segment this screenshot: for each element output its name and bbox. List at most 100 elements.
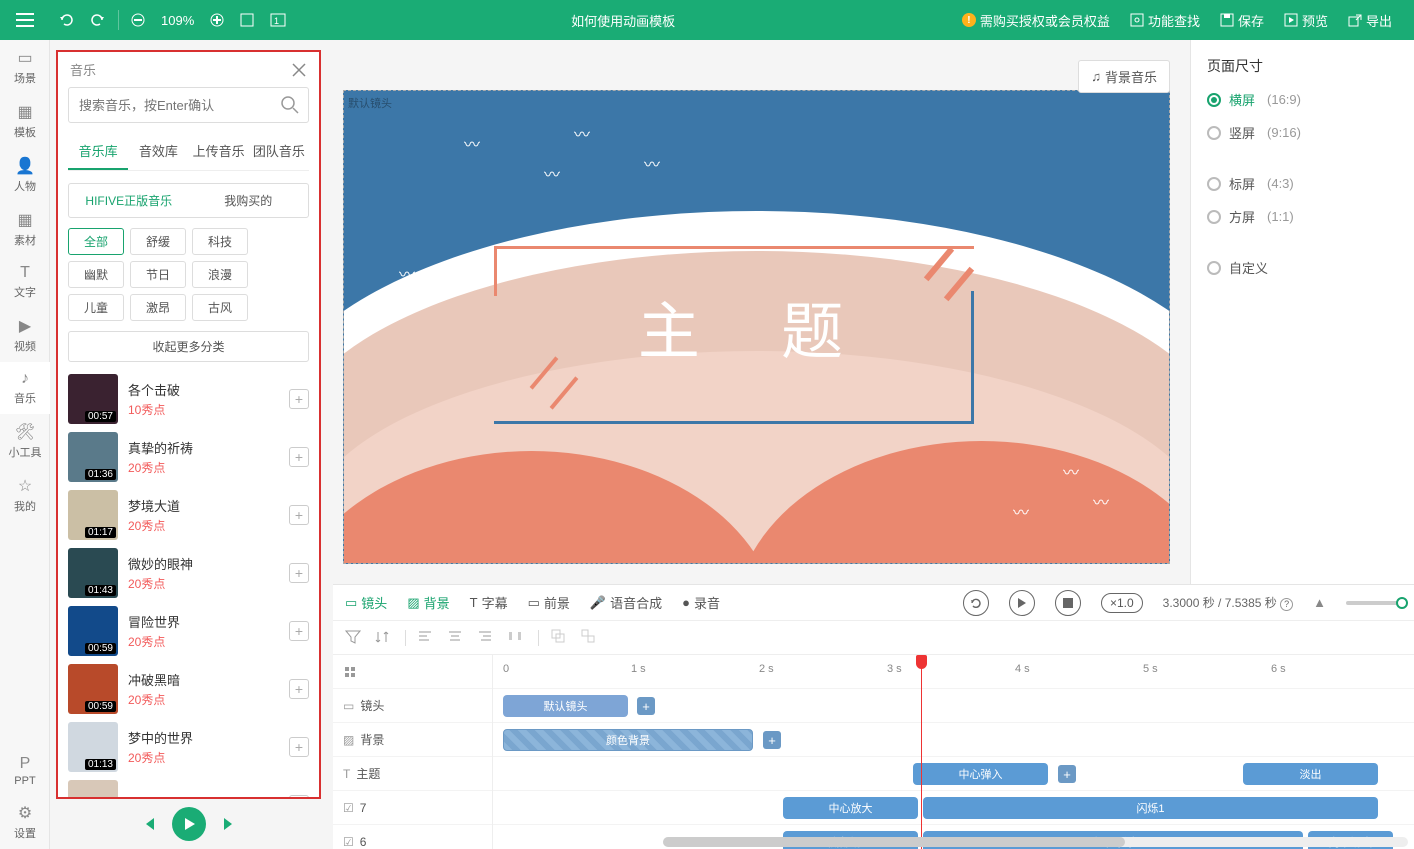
nav-PPT[interactable]: PPPT (0, 747, 50, 795)
nav-设置[interactable]: ⚙设置 (0, 795, 50, 849)
timeline-zoom-slider[interactable] (1346, 601, 1402, 605)
add-music-button[interactable]: + (289, 737, 309, 757)
add-music-button[interactable]: + (289, 505, 309, 525)
feature-search-button[interactable]: 功能查找 (1120, 0, 1210, 40)
nav-我的[interactable]: ☆我的 (0, 468, 50, 522)
tl-tab-录音[interactable]: ●录音 (682, 593, 720, 612)
background-music-button[interactable]: ♫ 背景音乐 (1078, 60, 1170, 93)
zoom-timeline-icon[interactable]: ▲ (1313, 595, 1326, 610)
sort-icon[interactable] (375, 629, 393, 647)
search-icon[interactable] (272, 95, 308, 115)
music-cat-全部[interactable]: 全部 (68, 228, 124, 255)
group-icon[interactable] (551, 629, 569, 647)
music-cat-古风[interactable]: 古风 (192, 294, 248, 321)
zoom-in-button[interactable] (202, 0, 232, 40)
tl-tab-前景[interactable]: ▭前景 (528, 593, 570, 612)
music-cat-幽默[interactable]: 幽默 (68, 261, 124, 288)
music-cat-浪漫[interactable]: 浪漫 (192, 261, 248, 288)
add-lens-clip[interactable]: + (637, 697, 655, 715)
timeline-loop-button[interactable] (963, 590, 989, 616)
filter-icon[interactable] (345, 629, 363, 647)
next-track-button[interactable] (220, 815, 238, 833)
music-tab-0[interactable]: 音乐库 (68, 133, 128, 170)
export-button[interactable]: 导出 (1338, 0, 1402, 40)
distribute-h-icon[interactable] (508, 629, 526, 647)
undo-button[interactable] (50, 0, 82, 40)
tl-tab-背景[interactable]: ▨背景 (407, 593, 449, 612)
clip-7a[interactable]: 中心放大 (783, 797, 918, 819)
nav-音乐[interactable]: ♪音乐 (0, 362, 50, 414)
ungroup-icon[interactable] (581, 629, 599, 647)
add-music-button[interactable]: + (289, 389, 309, 409)
clip-bg[interactable]: 颜色背景 (503, 729, 753, 751)
aspect-方屏[interactable]: 方屏(1:1) (1207, 207, 1398, 226)
tl-tab-镜头[interactable]: ▭镜头 (345, 593, 387, 612)
nav-文字[interactable]: T文字 (0, 256, 50, 308)
hamburger-menu[interactable] (0, 0, 50, 40)
tl-tab-字幕[interactable]: T字幕 (470, 593, 508, 612)
music-subtab-1[interactable]: 我购买的 (189, 184, 309, 217)
music-item[interactable]: 01:43微妙的眼神20秀点+ (68, 544, 315, 602)
align-left-icon[interactable] (418, 629, 436, 647)
add-music-button[interactable]: + (289, 447, 309, 467)
add-music-button[interactable]: + (289, 795, 309, 797)
music-item[interactable]: 00:57各个击破10秀点+ (68, 370, 315, 428)
music-item[interactable]: 01:36真挚的祈祷20秀点+ (68, 428, 315, 486)
timeline-play-button[interactable] (1009, 590, 1035, 616)
timeline-h-scrollbar[interactable] (663, 837, 1408, 847)
music-item[interactable]: 01:17梦境大道20秀点+ (68, 486, 315, 544)
aspect-自定义[interactable]: 自定义 (1207, 258, 1398, 277)
music-item[interactable]: 扫射目标+ (68, 776, 315, 797)
music-cat-节日[interactable]: 节日 (130, 261, 186, 288)
music-cat-激昂[interactable]: 激昂 (130, 294, 186, 321)
add-theme-clip[interactable]: + (1058, 765, 1076, 783)
music-item[interactable]: 00:59冒险世界20秀点+ (68, 602, 315, 660)
music-cat-儿童[interactable]: 儿童 (68, 294, 124, 321)
track-背景[interactable]: ▨背景 (333, 723, 492, 757)
close-icon[interactable] (291, 62, 307, 78)
playhead-grip[interactable] (916, 655, 927, 669)
add-music-button[interactable]: + (289, 621, 309, 641)
track-6[interactable]: ☑6 (333, 825, 492, 849)
tl-tab-语音合成[interactable]: 🎤语音合成 (590, 593, 662, 612)
track-7[interactable]: ☑7 (333, 791, 492, 825)
music-cat-舒缓[interactable]: 舒缓 (130, 228, 186, 255)
help-icon[interactable]: ? (1280, 598, 1293, 611)
track-镜头[interactable]: ▭镜头 (333, 689, 492, 723)
aspect-竖屏[interactable]: 竖屏(9:16) (1207, 123, 1398, 142)
playhead[interactable] (921, 655, 922, 849)
canvas-stage[interactable]: 默认镜头 主 题 〰 〰 〰 〰 〰 〰 〰 〰 (343, 90, 1170, 564)
clip-7b[interactable]: 闪烁1 (923, 797, 1378, 819)
add-music-button[interactable]: + (289, 563, 309, 583)
playback-speed[interactable]: ×1.0 (1101, 593, 1143, 613)
clip-theme-in[interactable]: 中心弹入 (913, 763, 1048, 785)
zoom-out-button[interactable] (123, 0, 153, 40)
music-cat-科技[interactable]: 科技 (192, 228, 248, 255)
license-warning[interactable]: !需购买授权或会员权益 (952, 0, 1120, 40)
preview-button[interactable]: 预览 (1274, 0, 1338, 40)
align-right-icon[interactable] (478, 629, 496, 647)
music-tab-3[interactable]: 团队音乐 (249, 133, 309, 170)
add-music-button[interactable]: + (289, 679, 309, 699)
music-search-input[interactable] (69, 98, 272, 113)
timeline-stop-button[interactable] (1055, 590, 1081, 616)
save-button[interactable]: 保存 (1210, 0, 1274, 40)
collapse-categories-button[interactable]: 收起更多分类 (68, 331, 309, 362)
music-search[interactable] (68, 87, 309, 123)
music-tab-1[interactable]: 音效库 (128, 133, 188, 170)
nav-视频[interactable]: ▶视频 (0, 308, 50, 362)
fit-screen-button[interactable] (232, 0, 262, 40)
music-item[interactable]: 01:13梦中的世界20秀点+ (68, 718, 315, 776)
nav-小工具[interactable]: 🛠小工具 (0, 414, 50, 468)
nav-人物[interactable]: 👤人物 (0, 148, 50, 202)
play-button[interactable] (172, 807, 206, 841)
nav-场景[interactable]: ▭场景 (0, 40, 50, 94)
add-bg-clip[interactable]: + (763, 731, 781, 749)
nav-模板[interactable]: ▦模板 (0, 94, 50, 148)
aspect-标屏[interactable]: 标屏(4:3) (1207, 174, 1398, 193)
align-center-icon[interactable] (448, 629, 466, 647)
aspect-横屏[interactable]: 横屏(16:9) (1207, 90, 1398, 109)
music-subtab-0[interactable]: HIFIVE正版音乐 (69, 184, 189, 217)
redo-button[interactable] (82, 0, 114, 40)
nav-素材[interactable]: ▦素材 (0, 202, 50, 256)
